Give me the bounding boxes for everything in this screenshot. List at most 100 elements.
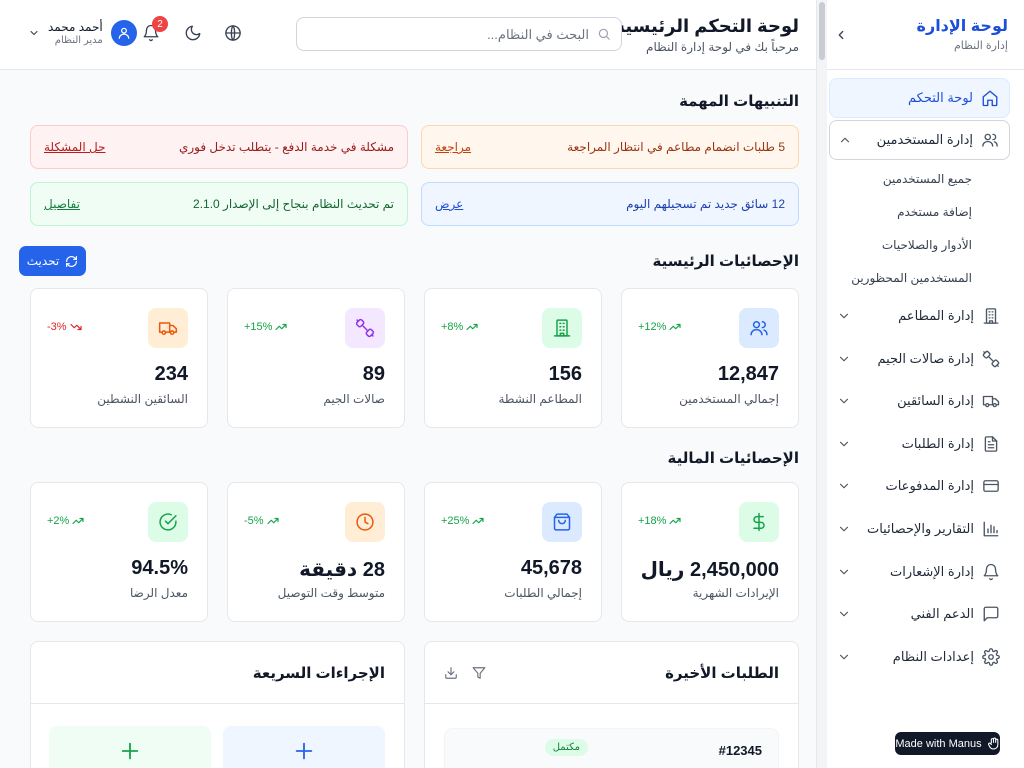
sidebar-item-label: الدعم الفني <box>910 606 974 622</box>
table-row[interactable]: #12345 مكتمل <box>444 728 779 768</box>
avatar <box>110 20 137 46</box>
quick-action-button[interactable] <box>49 726 211 768</box>
chevron-down-icon <box>837 479 851 493</box>
main-stats-title: الإحصائيات الرئيسية <box>652 253 799 270</box>
globe-icon <box>225 25 241 41</box>
chevron-down-icon <box>837 352 851 366</box>
language-button[interactable] <box>222 24 242 44</box>
stat-label: إجمالي الطلبات <box>504 586 582 600</box>
status-badge: مكتمل <box>544 739 588 756</box>
sidebar-item-gyms[interactable]: إدارة صالات الجيم <box>829 339 1010 379</box>
stat-icon-bg <box>739 308 779 348</box>
bar-chart-icon <box>982 520 1000 538</box>
submenu-item-roles[interactable]: الأدوار والصلاحيات <box>817 228 1024 261</box>
submenu-item-banned-users[interactable]: المستخدمين المحظورين <box>817 261 1024 294</box>
sidebar-item-notifications[interactable]: إدارة الإشعارات <box>829 552 1010 592</box>
shopping-bag-icon <box>553 513 571 531</box>
sidebar-item-reports[interactable]: التقارير والإحصائيات <box>829 509 1010 549</box>
alert-blue: 12 سائق جديد تم تسجيلهم اليوم عرض <box>421 182 799 226</box>
stat-value: 94.5% <box>131 557 188 579</box>
sidebar-collapse-button[interactable] <box>831 25 851 45</box>
page-title: لوحة التحكم الرئيسية <box>614 16 799 36</box>
alert-action-link[interactable]: عرض <box>435 197 463 211</box>
trending-up-icon <box>275 323 288 331</box>
sidebar-item-payments[interactable]: إدارة المدفوعات <box>829 466 1010 506</box>
sidebar-item-support[interactable]: الدعم الفني <box>829 594 1010 634</box>
dark-mode-toggle[interactable] <box>182 24 202 44</box>
stat-label: صالات الجيم <box>323 392 385 406</box>
submenu-item-all-users[interactable]: جميع المستخدمين <box>817 162 1024 195</box>
stat-label: متوسط وقت التوصيل <box>277 586 385 600</box>
stat-change: +12% <box>638 321 682 333</box>
chevron-down-icon <box>837 650 851 664</box>
submenu-item-add-user[interactable]: إضافة مستخدم <box>817 195 1024 228</box>
stat-change-value: -3% <box>47 321 67 333</box>
stat-change: +2% <box>47 515 84 527</box>
recent-orders-title: الطلبات الأخيرة <box>665 664 779 682</box>
stat-icon-bg <box>148 502 188 542</box>
notification-count-badge: 2 <box>152 16 168 32</box>
alert-action-link[interactable]: حل المشكلة <box>44 140 106 154</box>
search-input[interactable] <box>307 26 589 42</box>
plus-icon <box>295 742 313 760</box>
stat-card-users: +12% 12,847 إجمالي المستخدمين <box>621 288 799 428</box>
stat-label: الإيرادات الشهرية <box>692 586 779 600</box>
sidebar-item-dashboard[interactable]: لوحة التحكم <box>829 78 1010 118</box>
sidebar-nav: لوحة التحكم إدارة المستخدمين جميع المستخ… <box>817 70 1024 677</box>
user-name: أحمد محمد <box>48 20 103 35</box>
chevron-down-icon <box>837 394 851 408</box>
download-icon <box>445 666 457 679</box>
sidebar-scrollbar[interactable] <box>817 0 827 768</box>
refresh-icon <box>66 255 78 267</box>
sidebar-subtitle: إدارة النظام <box>953 40 1008 53</box>
trending-up-icon <box>472 517 485 525</box>
alert-green: تم تحديث النظام بنجاح إلى الإصدار 2.1.0 … <box>30 182 408 226</box>
notifications-button[interactable]: 2 <box>140 16 168 44</box>
sidebar-item-label: إدارة المستخدمين <box>876 132 973 147</box>
chevron-down-icon <box>837 607 851 621</box>
stat-change-value: +18% <box>638 515 667 527</box>
scrollbar-thumb[interactable] <box>819 2 825 60</box>
clock-icon <box>356 513 374 531</box>
trending-up-icon <box>466 323 478 331</box>
check-circle-icon <box>159 513 177 531</box>
alert-action-link[interactable]: تفاصيل <box>44 197 80 211</box>
search-box <box>296 17 622 51</box>
sidebar-item-restaurants[interactable]: إدارة المطاعم <box>829 296 1010 336</box>
user-menu[interactable]: أحمد محمد مدير النظام <box>28 20 137 46</box>
sidebar-item-label: إعدادات النظام <box>892 648 974 664</box>
sidebar-item-orders[interactable]: إدارة الطلبات <box>829 424 1010 464</box>
stat-label: معدل الرضا <box>129 586 188 600</box>
chevron-down-icon <box>837 437 851 451</box>
filter-button[interactable] <box>472 666 486 680</box>
stat-change-value: +8% <box>441 321 464 333</box>
building-icon <box>553 319 571 337</box>
made-with-manus-badge[interactable]: Made with Manus <box>895 732 1000 755</box>
sidebar: لوحة الإدارة إدارة النظام لوحة التحكم إد… <box>816 0 1024 768</box>
stat-change: -5% <box>244 515 279 527</box>
alert-red: مشكلة في خدمة الدفع - يتطلب تدخل فوري حل… <box>30 125 408 169</box>
main-content: التنبيهات المهمة 5 طلبات انضمام مطاعم في… <box>0 70 816 768</box>
stat-label: إجمالي المستخدمين <box>679 392 779 406</box>
panel-header: الطلبات الأخيرة <box>425 642 798 704</box>
sidebar-item-users[interactable]: إدارة المستخدمين <box>829 120 1010 160</box>
alert-text: تم تحديث النظام بنجاح إلى الإصدار 2.1.0 <box>193 197 394 211</box>
sidebar-item-label: لوحة التحكم <box>907 90 973 105</box>
download-button[interactable] <box>444 666 458 680</box>
sidebar-title: لوحة الإدارة <box>916 17 1008 35</box>
alert-action-link[interactable]: مراجعة <box>435 140 471 154</box>
quick-action-button[interactable] <box>223 726 385 768</box>
sidebar-item-drivers[interactable]: إدارة السائقين <box>829 381 1010 421</box>
chevron-up-icon <box>838 133 852 147</box>
stat-label: السائقين النشطين <box>97 392 188 406</box>
refresh-button[interactable]: تحديث <box>19 246 86 276</box>
stat-card-delivery-time: -5% 28 دقيقة متوسط وقت التوصيل <box>227 482 405 622</box>
stat-value: 234 <box>154 363 188 385</box>
sidebar-item-settings[interactable]: إعدادات النظام <box>829 637 1010 677</box>
trending-up-icon <box>72 517 84 525</box>
bell-icon <box>982 563 1000 581</box>
dollar-icon <box>753 512 765 532</box>
stat-icon-bg <box>542 308 582 348</box>
stat-card-restaurants: +8% 156 المطاعم النشطة <box>424 288 602 428</box>
alert-text: 12 سائق جديد تم تسجيلهم اليوم <box>626 197 785 211</box>
